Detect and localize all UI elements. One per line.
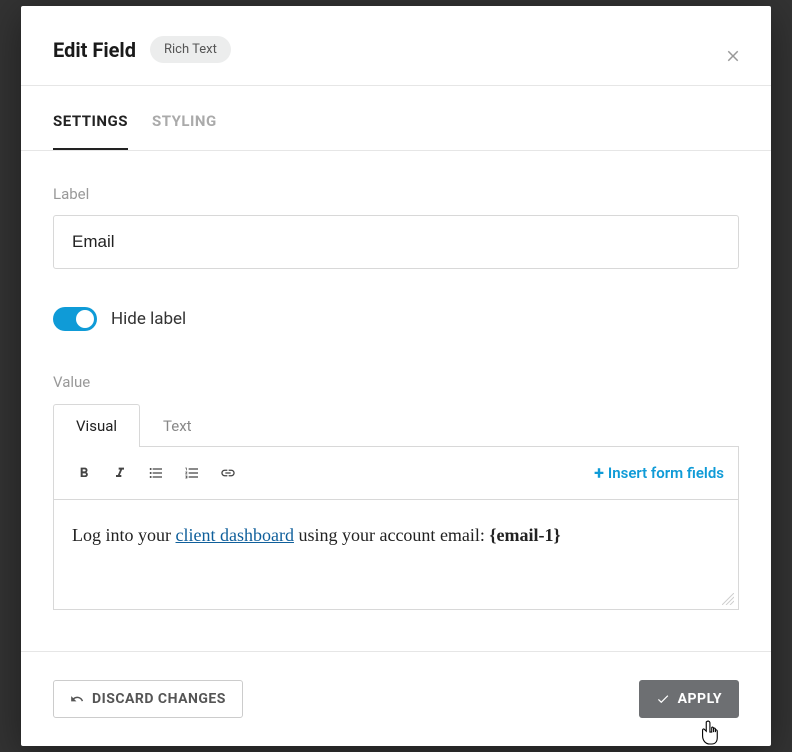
list-ul-icon <box>148 465 164 481</box>
bold-icon <box>76 465 92 481</box>
modal-footer: Discard Changes Apply <box>21 651 771 746</box>
toggle-knob <box>76 310 94 328</box>
label-input[interactable] <box>53 215 739 269</box>
bold-button[interactable] <box>68 457 100 489</box>
close-icon <box>724 47 742 65</box>
settings-panel: Label Hide label Value Visual Text <box>21 151 771 651</box>
discard-button[interactable]: Discard Changes <box>53 680 243 718</box>
resize-handle-icon[interactable] <box>722 593 734 605</box>
link-button[interactable] <box>212 457 244 489</box>
rich-text-editor[interactable]: Log into your client dashboard using you… <box>53 500 739 610</box>
hide-label-toggle[interactable] <box>53 307 97 331</box>
link-icon <box>220 465 236 481</box>
discard-label: Discard Changes <box>92 691 226 707</box>
label-caption: Label <box>53 185 739 203</box>
value-section: Value Visual Text <box>53 373 739 610</box>
editor-tab-visual[interactable]: Visual <box>53 404 140 447</box>
list-ol-icon <box>184 465 200 481</box>
edit-field-modal: Edit Field Rich Text SETTINGS STYLING La… <box>21 6 771 746</box>
header-divider <box>21 85 771 86</box>
editor-text-middle: using your account email: <box>294 525 489 545</box>
editor-link: client dashboard <box>176 525 294 545</box>
value-caption: Value <box>53 373 739 391</box>
editor-token: {email-1} <box>489 525 560 545</box>
tab-settings[interactable]: SETTINGS <box>53 98 128 151</box>
check-icon <box>656 692 670 706</box>
apply-button[interactable]: Apply <box>639 680 739 718</box>
editor-tabs: Visual Text <box>53 403 739 447</box>
italic-button[interactable] <box>104 457 136 489</box>
apply-label: Apply <box>678 691 722 707</box>
editor-toolbar: + Insert form fields <box>53 447 739 500</box>
modal-header: Edit Field Rich Text <box>21 6 771 85</box>
close-button[interactable] <box>721 44 745 68</box>
editor-text-prefix: Log into your <box>72 525 176 545</box>
italic-icon <box>112 465 128 481</box>
hide-label-row: Hide label <box>53 307 739 331</box>
field-type-chip: Rich Text <box>150 36 231 63</box>
unordered-list-button[interactable] <box>140 457 172 489</box>
ordered-list-button[interactable] <box>176 457 208 489</box>
hide-label-text: Hide label <box>111 309 186 329</box>
insert-form-fields-button[interactable]: + Insert form fields <box>594 463 724 484</box>
plus-icon: + <box>594 463 604 484</box>
insert-form-fields-label: Insert form fields <box>608 464 724 482</box>
main-tabs: SETTINGS STYLING <box>21 98 771 151</box>
modal-title: Edit Field <box>53 38 136 62</box>
undo-icon <box>70 692 84 706</box>
editor-tab-text[interactable]: Text <box>140 404 215 447</box>
tab-styling[interactable]: STYLING <box>152 98 217 151</box>
